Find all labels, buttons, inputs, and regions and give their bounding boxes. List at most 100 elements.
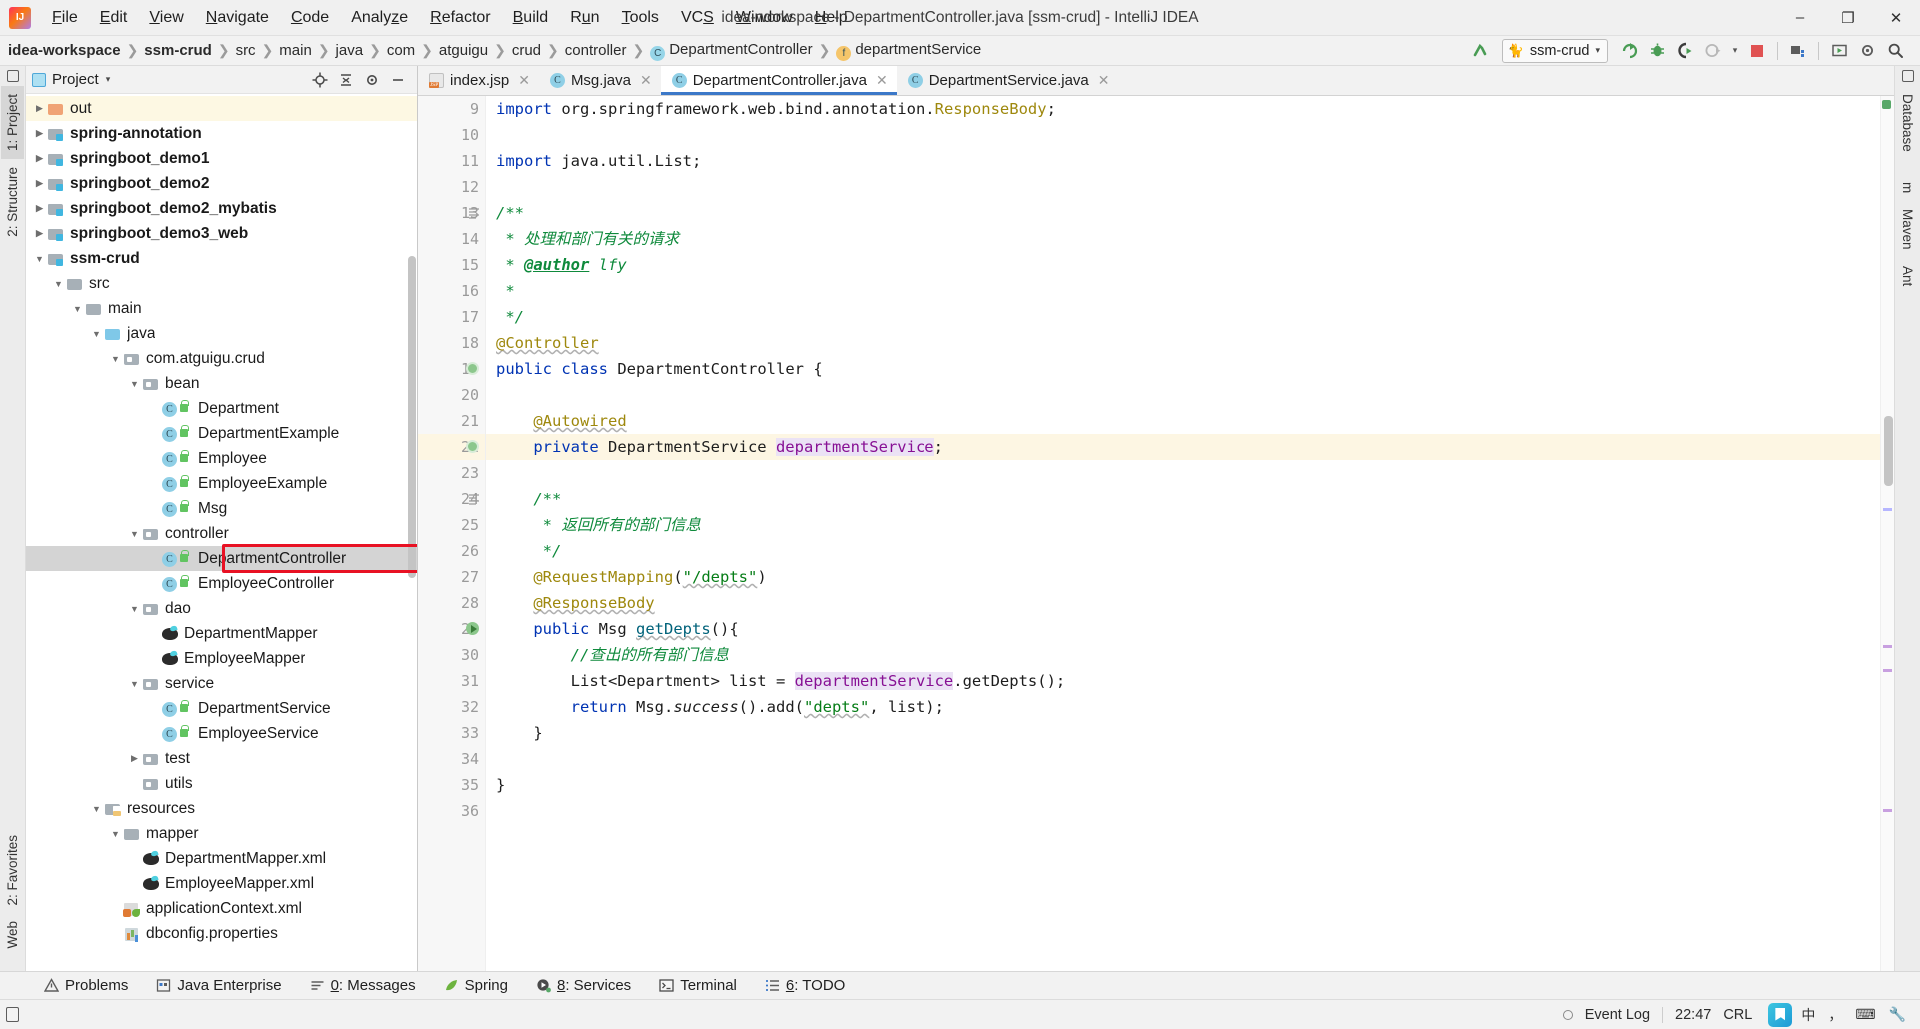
chevron-down-icon[interactable]: ▼ bbox=[108, 354, 123, 364]
tree-item-departmentservice[interactable]: C DepartmentService bbox=[26, 696, 417, 721]
editor-tab-msg-java[interactable]: C Msg.java ✕ bbox=[539, 66, 661, 95]
tree-item-ssm-crud[interactable]: ▼ ssm-crud bbox=[26, 246, 417, 271]
chevron-down-icon[interactable]: ▼ bbox=[89, 329, 104, 339]
chevron-right-icon[interactable]: ▶ bbox=[32, 153, 47, 164]
rail-tab-project[interactable]: 1: Project bbox=[1, 86, 24, 160]
code-line-16[interactable]: * bbox=[486, 278, 1880, 304]
tree-scrollbar[interactable] bbox=[408, 256, 416, 578]
tree-item-spring-annotation[interactable]: ▶ spring-annotation bbox=[26, 121, 417, 146]
gear-icon[interactable] bbox=[363, 71, 381, 89]
locate-file-icon[interactable] bbox=[311, 71, 329, 89]
close-tab-icon[interactable]: ✕ bbox=[518, 72, 530, 89]
chevron-right-icon[interactable]: ▶ bbox=[32, 128, 47, 139]
chevron-right-icon[interactable]: ▶ bbox=[32, 103, 47, 114]
run-icon[interactable] bbox=[1616, 39, 1642, 63]
ime-language-label[interactable]: 中 bbox=[1797, 1005, 1819, 1025]
run-method-gutter-icon[interactable] bbox=[466, 622, 480, 636]
tree-item-main[interactable]: ▼ main bbox=[26, 296, 417, 321]
code-line-34[interactable] bbox=[486, 746, 1880, 772]
tree-item-departmentmapper[interactable]: DepartmentMapper bbox=[26, 621, 417, 646]
tree-item-mapper[interactable]: ▼ mapper bbox=[26, 821, 417, 846]
menu-run[interactable]: Run bbox=[559, 5, 610, 31]
toolwindow-terminal[interactable]: Terminal bbox=[645, 972, 751, 1000]
tree-item-msg[interactable]: C Msg bbox=[26, 496, 417, 521]
event-log-label[interactable]: Event Log bbox=[1585, 1007, 1650, 1023]
project-structure-icon[interactable] bbox=[1785, 39, 1811, 63]
debug-icon[interactable] bbox=[1644, 39, 1670, 63]
breadcrumb-item-5[interactable]: com bbox=[385, 42, 417, 59]
code-line-15[interactable]: * @author lfy bbox=[486, 252, 1880, 278]
editor-tab-departmentcontroller-java[interactable]: C DepartmentController.java ✕ bbox=[660, 66, 897, 95]
settings-icon[interactable] bbox=[1854, 39, 1880, 63]
editor-tab-index-jsp[interactable]: index.jsp ✕ bbox=[418, 66, 539, 95]
breadcrumb-item-2[interactable]: src bbox=[234, 42, 258, 59]
chevron-right-icon[interactable]: ▶ bbox=[32, 228, 47, 239]
sogou-ime-icon[interactable] bbox=[1768, 1002, 1793, 1027]
code-content[interactable]: import org.springframework.web.bind.anno… bbox=[486, 96, 1880, 971]
ime-punctuation-label[interactable]: ， bbox=[1824, 1005, 1846, 1025]
code-line-9[interactable]: import org.springframework.web.bind.anno… bbox=[486, 96, 1880, 122]
rail-tab-maven-m[interactable]: m bbox=[1896, 174, 1919, 201]
code-line-28[interactable]: @ResponseBody bbox=[486, 590, 1880, 616]
ime-toolbox-icon[interactable]: 🔧 bbox=[1885, 1005, 1910, 1025]
chevron-down-icon[interactable]: ▼ bbox=[127, 679, 142, 689]
menu-build[interactable]: Build bbox=[502, 5, 560, 31]
breadcrumb-item-8[interactable]: controller bbox=[563, 42, 629, 59]
close-tab-icon[interactable]: ✕ bbox=[640, 72, 652, 89]
tree-item-com-atguigu-crud[interactable]: ▼ com.atguigu.crud bbox=[26, 346, 417, 371]
autowired-bean-gutter-icon[interactable] bbox=[466, 440, 480, 454]
stop-icon[interactable] bbox=[1744, 39, 1770, 63]
tree-item-employee[interactable]: C Employee bbox=[26, 446, 417, 471]
code-line-29[interactable]: public Msg getDepts(){ bbox=[486, 616, 1880, 642]
code-line-22[interactable]: private DepartmentService departmentServ… bbox=[486, 434, 1880, 460]
menu-view[interactable]: View bbox=[138, 5, 194, 31]
tree-item-dao[interactable]: ▼ dao bbox=[26, 596, 417, 621]
code-line-13[interactable]: /** bbox=[486, 200, 1880, 226]
tree-item-bean[interactable]: ▼ bean bbox=[26, 371, 417, 396]
code-line-36[interactable] bbox=[486, 798, 1880, 824]
toolwindow-todo[interactable]: 6: TODO bbox=[751, 972, 859, 1000]
code-line-25[interactable]: * 返回所有的部门信息 bbox=[486, 512, 1880, 538]
menu-navigate[interactable]: Navigate bbox=[195, 5, 280, 31]
code-line-19[interactable]: public class DepartmentController { bbox=[486, 356, 1880, 382]
tree-item-dbconfig-properties[interactable]: dbconfig.properties bbox=[26, 921, 417, 946]
update-icon[interactable] bbox=[1826, 39, 1852, 63]
run-configuration-selector[interactable]: 🐈 ssm-crud ▾ bbox=[1501, 38, 1608, 63]
menu-vcs[interactable]: VCS bbox=[670, 5, 725, 31]
breadcrumb-item-10[interactable]: f departmentService bbox=[834, 41, 983, 61]
tree-item-departmentmapper-xml[interactable]: DepartmentMapper.xml bbox=[26, 846, 417, 871]
ime-indicator[interactable]: 中 ， ⌨ 🔧 bbox=[1764, 1002, 1914, 1027]
code-line-30[interactable]: //查出的所有部门信息 bbox=[486, 642, 1880, 668]
chevron-down-icon[interactable]: ▼ bbox=[89, 804, 104, 814]
chevron-down-icon[interactable]: ▼ bbox=[32, 254, 47, 264]
editor-gutter[interactable]: 9101112131415161718192021222324252627282… bbox=[418, 96, 519, 971]
breadcrumb-item-0[interactable]: idea-workspace bbox=[6, 42, 123, 59]
rail-tab-database[interactable]: Database bbox=[1896, 86, 1919, 160]
tree-item-springboot-demo1[interactable]: ▶ springboot_demo1 bbox=[26, 146, 417, 171]
code-line-18[interactable]: @Controller bbox=[486, 330, 1880, 356]
rail-tab-web[interactable]: Web bbox=[1, 913, 24, 957]
chevron-right-icon[interactable]: ▶ bbox=[127, 753, 142, 764]
minimize-button[interactable]: – bbox=[1776, 0, 1824, 36]
chevron-down-icon[interactable]: ▼ bbox=[127, 379, 142, 389]
code-line-33[interactable]: } bbox=[486, 720, 1880, 746]
tree-item-employeeexample[interactable]: C EmployeeExample bbox=[26, 471, 417, 496]
code-line-10[interactable] bbox=[486, 122, 1880, 148]
hide-icon[interactable] bbox=[389, 71, 407, 89]
toggle-toolwindows-icon[interactable] bbox=[6, 1007, 19, 1022]
tree-item-employeemapper-xml[interactable]: EmployeeMapper.xml bbox=[26, 871, 417, 896]
tree-item-employeeservice[interactable]: C EmployeeService bbox=[26, 721, 417, 746]
code-line-26[interactable]: */ bbox=[486, 538, 1880, 564]
tree-item-service[interactable]: ▼ service bbox=[26, 671, 417, 696]
chevron-down-icon[interactable]: ▼ bbox=[70, 304, 85, 314]
tree-item-out[interactable]: ▶ out bbox=[26, 96, 417, 121]
code-line-27[interactable]: @RequestMapping("/depts") bbox=[486, 564, 1880, 590]
chevron-down-icon[interactable]: ▼ bbox=[108, 829, 123, 839]
menu-help[interactable]: Help bbox=[804, 5, 859, 31]
rail-tab-ant[interactable]: Ant bbox=[1896, 258, 1919, 294]
search-icon[interactable] bbox=[1882, 39, 1908, 63]
menu-code[interactable]: Code bbox=[280, 5, 340, 31]
close-button[interactable]: ✕ bbox=[1872, 0, 1920, 36]
make-project-icon[interactable] bbox=[1468, 39, 1494, 63]
breadcrumb-item-9[interactable]: C DepartmentController bbox=[648, 41, 814, 61]
